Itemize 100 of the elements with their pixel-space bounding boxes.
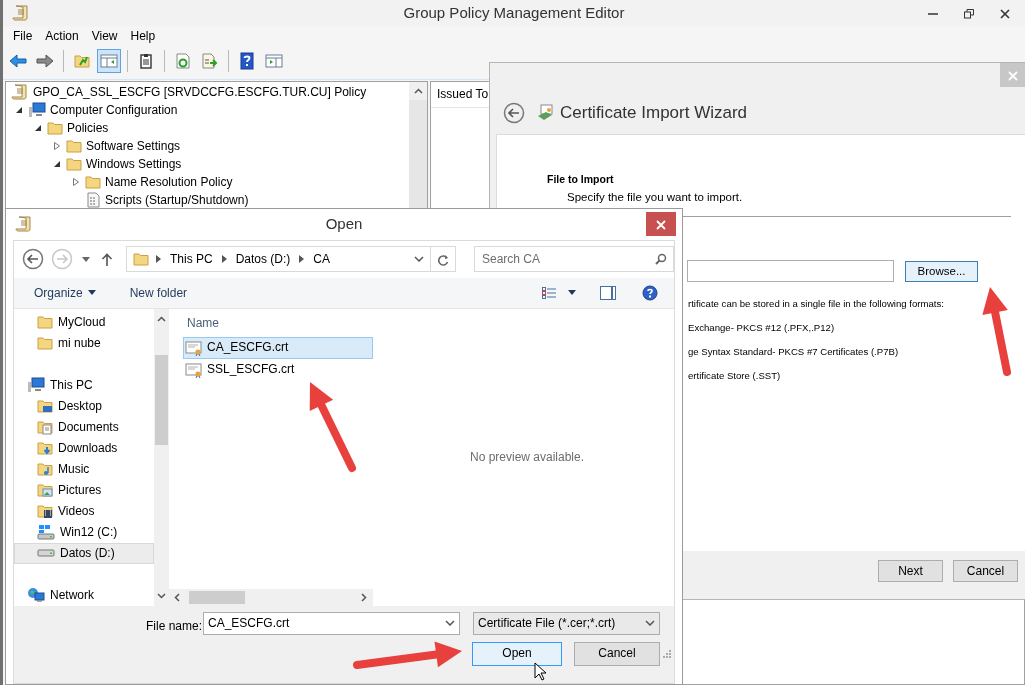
help-icon bbox=[642, 284, 658, 301]
close-icon bbox=[1007, 70, 1018, 81]
chevron-down-icon bbox=[157, 592, 166, 599]
search-field[interactable]: Search CA bbox=[474, 246, 674, 273]
pane-icon bbox=[600, 286, 616, 301]
console-tree-button[interactable] bbox=[97, 49, 121, 73]
minimize-icon bbox=[928, 12, 938, 15]
open-button[interactable]: Open bbox=[472, 641, 562, 666]
nav-item[interactable]: This PC bbox=[14, 374, 154, 396]
caret-down-icon bbox=[568, 290, 576, 296]
new-folder-button[interactable]: New folder bbox=[121, 285, 196, 300]
restore-icon bbox=[964, 8, 974, 19]
info-text: ge Syntax Standard- PKCS #7 Certificates (.P7B) bbox=[688, 346, 899, 358]
panel-icon bbox=[265, 53, 283, 69]
forward-icon bbox=[51, 248, 74, 271]
tree-item[interactable]: GPO_CA_SSL_ESCFG [SRVDCCFG.ESCFG.TUR.CU] Policy bbox=[11, 83, 367, 101]
breadcrumb-item[interactable]: CA bbox=[311, 252, 333, 267]
chevron-down-icon bbox=[414, 256, 424, 263]
file-name-field[interactable]: CA_ESCFG.crt bbox=[203, 611, 460, 635]
menu-item[interactable]: Help bbox=[124, 28, 163, 44]
refresh-icon bbox=[175, 53, 191, 69]
scroll-thumb[interactable] bbox=[189, 590, 245, 604]
export-icon bbox=[201, 53, 219, 69]
cancel-button[interactable]: Cancel bbox=[953, 560, 1018, 582]
address-bar[interactable]: This PC Datos (D:) CA bbox=[126, 246, 431, 273]
back-button[interactable] bbox=[502, 101, 526, 125]
menu-item[interactable]: File bbox=[7, 28, 40, 44]
nav-item[interactable]: Videos bbox=[14, 500, 154, 522]
help-icon bbox=[240, 52, 254, 70]
close-icon bbox=[656, 219, 666, 230]
back-button[interactable] bbox=[22, 247, 45, 272]
scroll-icon bbox=[12, 4, 30, 22]
menu-item[interactable]: View bbox=[85, 28, 125, 44]
nav-item[interactable]: Desktop bbox=[14, 395, 154, 417]
file-row[interactable]: SSL_ESCFG.crt bbox=[183, 358, 373, 381]
clipboard-icon bbox=[138, 53, 154, 69]
downloads-folder-icon bbox=[37, 440, 53, 457]
refresh-button[interactable] bbox=[431, 246, 456, 273]
menu-item[interactable]: Action bbox=[39, 28, 86, 44]
chevron-right-icon bbox=[156, 255, 161, 264]
scroll-up-button[interactable] bbox=[409, 82, 427, 100]
nav-item[interactable]: mi nube bbox=[14, 332, 154, 354]
preview-message: No preview available. bbox=[469, 449, 585, 465]
folder-icon bbox=[47, 120, 63, 136]
file-type-dropdown[interactable]: Certificate File (*.cer;*.crt) bbox=[473, 611, 660, 635]
window-title: Group Policy Management Editor bbox=[403, 4, 625, 21]
file-row[interactable]: CA_ESCFG.crt bbox=[183, 336, 373, 359]
arrow-right-icon bbox=[36, 53, 54, 69]
arrow-left-icon bbox=[9, 53, 27, 69]
close-button[interactable] bbox=[646, 212, 676, 236]
info-text: ertificate Store (.SST) bbox=[688, 370, 781, 382]
chevron-right-icon bbox=[361, 593, 367, 603]
nav-item[interactable]: Downloads bbox=[14, 437, 154, 459]
folder-icon bbox=[85, 174, 101, 190]
tree-item[interactable]: Software Settings bbox=[52, 138, 181, 154]
back-icon bbox=[503, 102, 525, 124]
folder-icon bbox=[37, 314, 53, 331]
chevron-left-icon bbox=[174, 593, 180, 603]
column-header[interactable]: Name bbox=[187, 315, 219, 337]
chevron-right-icon bbox=[299, 255, 305, 264]
folder-icon bbox=[37, 335, 53, 352]
nav-item[interactable]: MyCloud bbox=[14, 311, 154, 333]
nav-item[interactable]: Documents bbox=[14, 416, 154, 438]
browse-button[interactable]: Browse... bbox=[905, 261, 978, 282]
field-label: File name: bbox=[145, 618, 202, 634]
desktop-folder-icon bbox=[37, 398, 53, 415]
cancel-button[interactable]: Cancel bbox=[574, 641, 660, 666]
info-text: Exchange- PKCS #12 (.PFX,.P12) bbox=[688, 322, 835, 334]
refresh-icon bbox=[437, 254, 449, 266]
next-button[interactable]: Next bbox=[878, 560, 943, 582]
info-text: rtificate can be stored in a single file in the following formats: bbox=[688, 298, 944, 310]
nav-item[interactable]: Win12 (C:) bbox=[14, 521, 154, 543]
scroll-thumb[interactable] bbox=[155, 354, 168, 445]
wizard-title: Certificate Import Wizard bbox=[560, 102, 748, 124]
tree-item[interactable]: Name Resolution Policy bbox=[71, 174, 233, 190]
pictures-folder-icon bbox=[37, 482, 53, 499]
tree-item[interactable]: Scripts (Startup/Shutdown) bbox=[71, 192, 249, 208]
close-icon bbox=[1000, 8, 1010, 19]
chevron-up-icon bbox=[413, 88, 423, 94]
breadcrumb-item[interactable]: Datos (D:) bbox=[233, 252, 293, 267]
folder-icon bbox=[66, 138, 82, 154]
breadcrumb-item[interactable]: This PC bbox=[168, 252, 215, 267]
back-icon bbox=[22, 248, 45, 271]
input-field[interactable] bbox=[687, 260, 894, 282]
nav-item[interactable]: Pictures bbox=[14, 479, 154, 501]
arrow-up-icon bbox=[101, 252, 114, 267]
nav-item[interactable]: Music bbox=[14, 458, 154, 480]
music-folder-icon bbox=[37, 461, 53, 478]
folder-icon bbox=[133, 251, 149, 268]
nav-item[interactable]: Network bbox=[14, 584, 154, 606]
nav-item[interactable]: Datos (D:) bbox=[14, 542, 154, 564]
section-heading: File to Import bbox=[547, 173, 614, 186]
computer-icon bbox=[27, 377, 45, 394]
tree-item[interactable]: Policies bbox=[33, 120, 109, 136]
panel-icon bbox=[100, 53, 118, 69]
organize-button[interactable]: Organize bbox=[26, 285, 104, 300]
folder-up-icon bbox=[74, 53, 90, 69]
tree-item[interactable]: Windows Settings bbox=[52, 156, 182, 172]
chevron-up-icon bbox=[157, 315, 166, 322]
tree-item[interactable]: Computer Configuration bbox=[14, 102, 178, 118]
